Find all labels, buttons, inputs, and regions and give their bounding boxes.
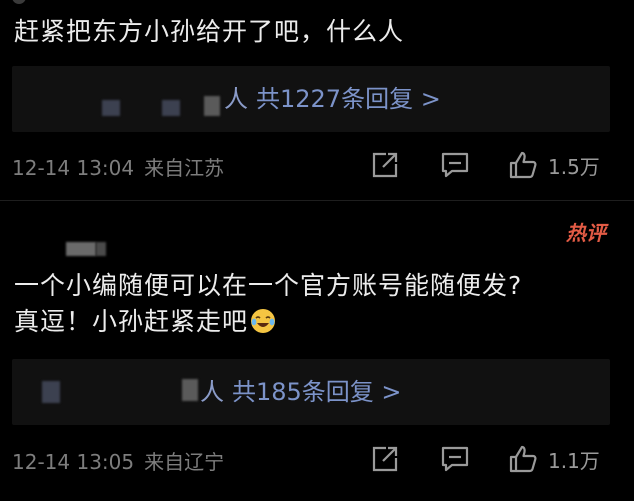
share-icon [372, 446, 398, 472]
reply-preview-box[interactable]: 人共185条回复 > [12, 359, 610, 425]
hot-comment-badge: 热评 [566, 221, 606, 245]
comment-divider [0, 200, 634, 201]
comment-time: 12-14 13:04 [12, 156, 135, 180]
share-button[interactable] [370, 442, 400, 476]
comment-text-tail: 真逗！小孙赶紧走吧 [14, 307, 249, 336]
comment-item: 热评 一个小编随便可以在一个官方账号能随便发? 真逗！小孙赶紧走吧 人共185条… [0, 200, 634, 501]
blurred-avatar [102, 100, 120, 116]
comment-icon [441, 152, 469, 178]
cropped-user-row [12, 0, 122, 6]
share-button[interactable] [370, 148, 400, 182]
view-replies-link[interactable]: 人共185条回复 > [200, 375, 402, 409]
like-count: 1.5万 [548, 154, 600, 179]
comment-item: 赶紧把东方小孙给开了吧，什么人 人共1227条回复 > 12-14 13:04 来… [0, 0, 634, 200]
reply-users-suffix: 人 [200, 378, 224, 406]
blurred-username-block [66, 242, 96, 256]
comment-icon [441, 446, 469, 472]
comment-meta-row: 12-14 13:04 来自江苏 1.5万 [12, 148, 622, 182]
blurred-username-block [96, 242, 106, 256]
laughing-crying-emoji-icon [251, 309, 276, 333]
comment-location: 来自江苏 [144, 156, 225, 180]
avatar[interactable] [12, 0, 26, 4]
comment-text-line: 一个小编随便可以在一个官方账号能随便发? [14, 271, 523, 300]
blurred-avatar [42, 381, 60, 403]
comment-button[interactable] [440, 442, 470, 476]
comment-text-line-2: 真逗！小孙赶紧走吧 [14, 304, 522, 340]
share-icon [372, 152, 398, 178]
like-count: 1.1万 [548, 448, 600, 473]
comment-meta-row: 12-14 13:05 来自辽宁 1.1万 [12, 442, 622, 476]
comment-timestamp: 12-14 13:04 来自江苏 [12, 152, 224, 181]
comment-timestamp: 12-14 13:05 来自辽宁 [12, 446, 224, 475]
thumbs-up-icon [509, 445, 537, 473]
blurred-avatar [204, 96, 220, 116]
view-replies-link[interactable]: 人共1227条回复 > [224, 82, 441, 116]
reply-preview-box[interactable]: 人共1227条回复 > [12, 66, 610, 132]
blurred-avatar [162, 100, 180, 116]
comment-button[interactable] [440, 148, 470, 182]
like-button[interactable]: 1.1万 [508, 442, 600, 476]
reply-count-label: 共1227条回复 > [256, 85, 441, 113]
comment-location: 来自辽宁 [144, 450, 225, 474]
like-button[interactable]: 1.5万 [508, 148, 600, 182]
comment-text: 一个小编随便可以在一个官方账号能随便发? 真逗！小孙赶紧走吧 [14, 268, 522, 340]
thumbs-up-icon [509, 151, 537, 179]
blurred-username[interactable] [14, 230, 106, 256]
blurred-avatar [182, 379, 198, 401]
reply-users-suffix: 人 [224, 85, 248, 113]
comment-text: 赶紧把东方小孙给开了吧，什么人 [14, 17, 405, 46]
reply-count-label: 共185条回复 > [232, 378, 402, 406]
comment-time: 12-14 13:05 [12, 450, 135, 474]
